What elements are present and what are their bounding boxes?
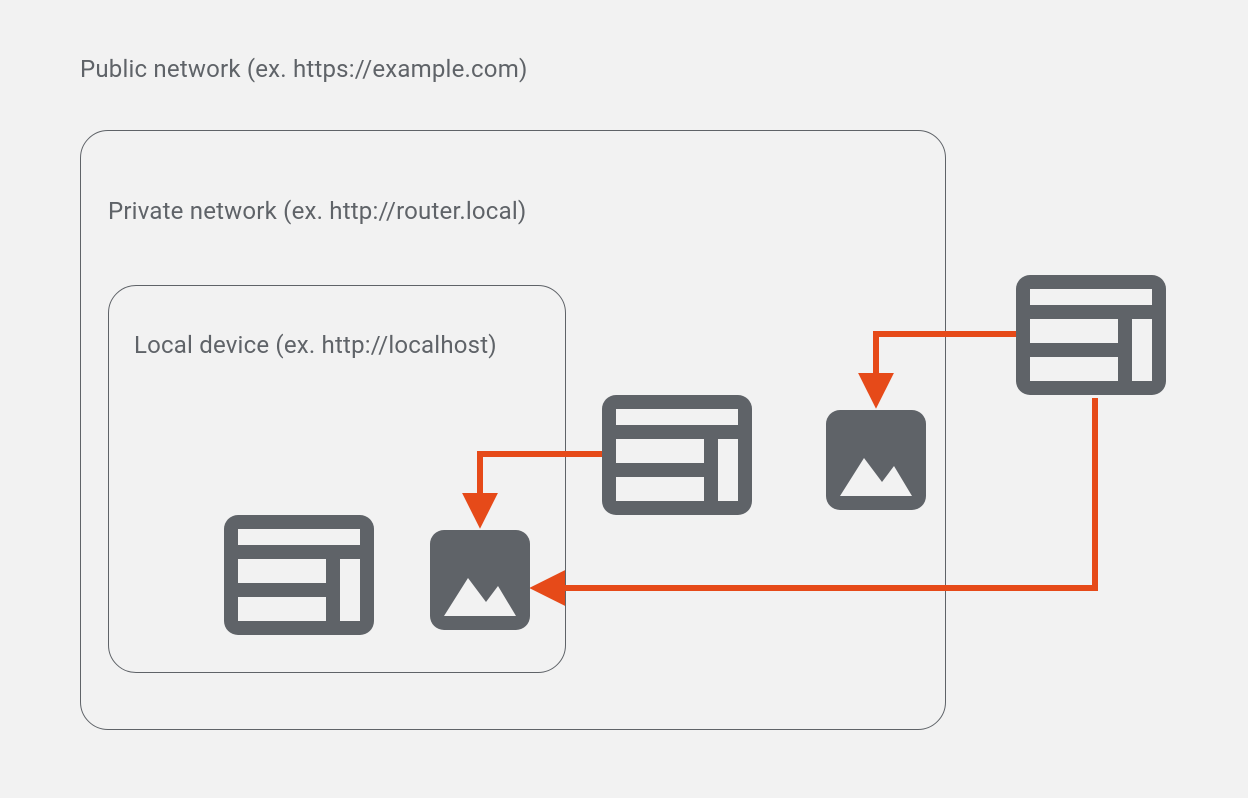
private-network-label: Private network (ex. http://router.local…: [108, 197, 526, 225]
private-browser-icon: [602, 395, 752, 515]
local-device-label: Local device (ex. http://localhost): [134, 331, 497, 359]
private-image-icon: [826, 410, 926, 510]
public-network-label: Public network (ex. https://example.com): [80, 55, 528, 83]
local-image-icon: [430, 530, 530, 630]
local-browser-icon: [224, 515, 374, 635]
public-browser-icon: [1016, 275, 1166, 395]
